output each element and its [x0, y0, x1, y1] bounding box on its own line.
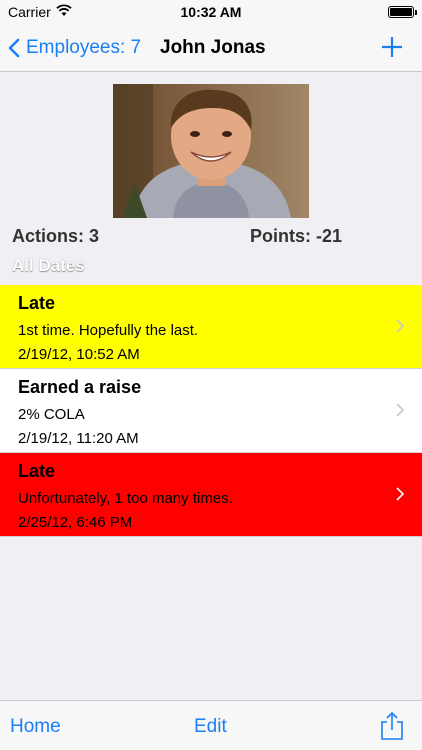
date-filter[interactable]: All Dates: [12, 256, 85, 276]
chevron-left-icon: [8, 38, 20, 58]
bottom-toolbar: Home Edit: [0, 700, 422, 750]
action-title: Late: [18, 293, 56, 313]
employee-detail-screen: Carrier 10:32 AM Employees: 7 John Jonas: [0, 0, 422, 750]
plus-icon[interactable]: [380, 35, 404, 59]
navigation-bar: Employees: 7 John Jonas: [0, 24, 422, 72]
list-item[interactable]: Late Unfortunately, 1 too many times. 2/…: [0, 453, 422, 537]
chevron-right-icon: [396, 403, 404, 417]
action-timestamp: 2/19/12, 10:52 AM: [18, 346, 140, 363]
battery-icon: [388, 6, 417, 18]
back-button[interactable]: Employees: 7: [8, 35, 141, 61]
action-description: 2% COLA: [18, 406, 85, 423]
home-button[interactable]: Home: [10, 716, 61, 738]
action-title: Late: [18, 461, 56, 481]
page-title: John Jonas: [160, 37, 266, 58]
points-total: Points: -21: [250, 226, 343, 246]
actions-list: Late 1st time. Hopefully the last. 2/19/…: [0, 285, 422, 537]
action-description: 1st time. Hopefully the last.: [18, 322, 199, 339]
back-button-label: Employees: 7: [26, 37, 142, 58]
list-item[interactable]: Earned a raise 2% COLA 2/19/12, 11:20 AM: [0, 369, 422, 453]
chevron-right-icon: [396, 487, 404, 501]
clock: 10:32 AM: [180, 4, 242, 20]
edit-button[interactable]: Edit: [194, 716, 227, 738]
action-timestamp: 2/25/12, 6:46 PM: [18, 514, 133, 531]
action-timestamp: 2/19/12, 11:20 AM: [18, 430, 139, 447]
chevron-right-icon: [396, 319, 404, 333]
list-item[interactable]: Late 1st time. Hopefully the last. 2/19/…: [0, 285, 422, 369]
share-icon[interactable]: [380, 711, 404, 741]
action-description: Unfortunately, 1 too many times.: [18, 490, 233, 507]
employee-photo[interactable]: [113, 84, 309, 218]
status-bar: Carrier 10:32 AM: [0, 0, 422, 24]
action-title: Earned a raise: [18, 377, 142, 397]
actions-count: Actions: 3: [12, 226, 100, 246]
